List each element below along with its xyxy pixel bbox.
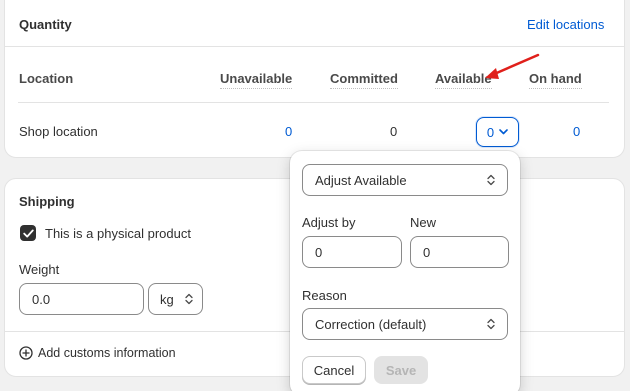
add-customs-label: Add customs information <box>38 346 176 360</box>
select-arrows-icon <box>487 174 495 186</box>
reason-select[interactable]: Correction (default) <box>302 308 508 340</box>
unavailable-value[interactable]: 0 <box>285 124 292 139</box>
adjust-mode-value: Adjust Available <box>315 172 407 188</box>
edit-locations-link[interactable]: Edit locations <box>527 17 604 32</box>
new-quantity-value: 0 <box>423 244 431 260</box>
weight-unit-select[interactable]: kg <box>148 283 203 315</box>
adjust-by-label: Adjust by <box>302 215 356 230</box>
adjust-by-value: 0 <box>315 244 323 260</box>
available-value: 0 <box>486 124 495 140</box>
add-customs-button[interactable]: Add customs information <box>19 346 176 360</box>
physical-product-label: This is a physical product <box>45 226 191 241</box>
available-quantity-button[interactable]: 0 <box>476 117 519 147</box>
chevron-down-icon <box>499 129 508 135</box>
save-button[interactable]: Save <box>374 356 428 384</box>
select-arrows-icon <box>487 318 495 330</box>
checkmark-icon <box>22 229 34 237</box>
divider <box>5 46 624 47</box>
column-header-committed[interactable]: Committed <box>330 71 398 89</box>
reason-value: Correction (default) <box>315 316 427 332</box>
column-header-location: Location <box>19 71 74 86</box>
weight-label: Weight <box>19 262 60 277</box>
table-divider <box>18 102 609 103</box>
weight-input[interactable]: 0.0 <box>19 283 144 315</box>
select-arrows-icon <box>185 293 193 305</box>
committed-value: 0 <box>390 124 398 139</box>
on-hand-value[interactable]: 0 <box>573 124 580 139</box>
column-header-unavailable[interactable]: Unavailable <box>220 71 293 89</box>
location-name: Shop location <box>19 124 98 139</box>
adjust-by-input[interactable]: 0 <box>302 236 402 268</box>
cancel-button[interactable]: Cancel <box>302 356 366 384</box>
shipping-title: Shipping <box>19 194 75 209</box>
annotation-arrow-icon <box>485 53 540 79</box>
weight-value: 0.0 <box>32 291 51 307</box>
reason-label: Reason <box>302 288 347 303</box>
adjust-mode-select[interactable]: Adjust Available <box>302 164 508 196</box>
weight-unit-value: kg <box>160 291 174 307</box>
physical-product-checkbox[interactable] <box>20 225 36 241</box>
new-label: New <box>410 215 437 230</box>
quantity-title: Quantity <box>19 17 72 32</box>
new-quantity-input[interactable]: 0 <box>410 236 509 268</box>
plus-circle-icon <box>19 346 33 360</box>
adjust-quantity-popover: Adjust Available Adjust by New 0 0 Reaso… <box>290 151 520 391</box>
